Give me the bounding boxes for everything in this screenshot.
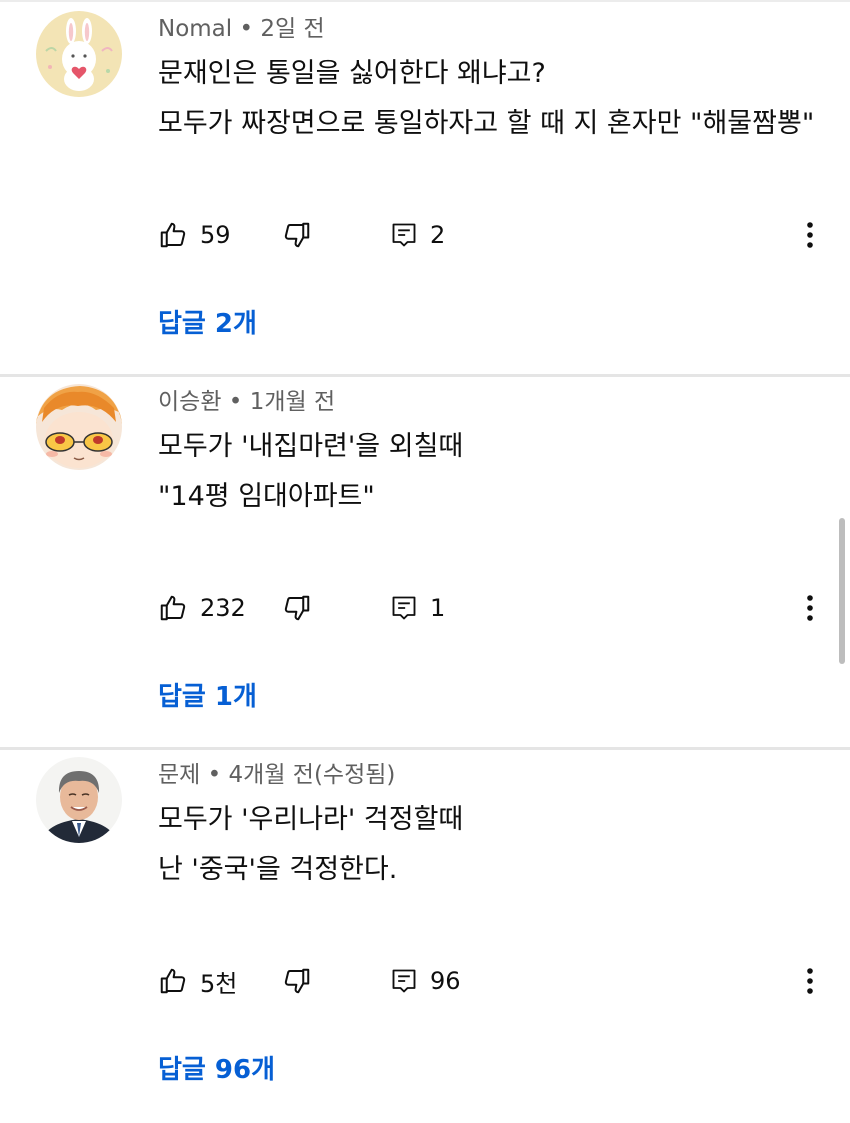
comment-3: 문제 • 4개월 전(수정됨) 모두가 '우리나라' 걱정할때 난 '중국'을 … [0, 751, 850, 1123]
like-count: 59 [200, 221, 231, 249]
thumbs-down-icon [284, 222, 310, 248]
scrollbar[interactable] [839, 518, 845, 664]
reply-count: 1 [430, 594, 446, 622]
comment-time[interactable]: 1개월 전 [250, 389, 335, 415]
avatar[interactable] [36, 757, 122, 843]
thumbs-down-icon [284, 595, 310, 621]
comment-author[interactable]: 문제 [158, 762, 200, 788]
comment-meta: Nomal • 2일 전 [158, 9, 325, 43]
comment-meta: 문제 • 4개월 전(수정됨) [158, 755, 395, 789]
person-photo-avatar-icon [36, 757, 122, 843]
thumbs-up-icon [160, 595, 186, 621]
comment-time[interactable]: 2일 전 [260, 16, 324, 42]
dislike-button[interactable] [282, 586, 312, 630]
bunny-heart-avatar-icon [36, 11, 122, 97]
meta-separator: • [200, 762, 229, 788]
avatar[interactable] [36, 11, 122, 97]
reply-button[interactable]: 96 [390, 959, 461, 1003]
anime-character-avatar-icon [36, 384, 122, 470]
dislike-button[interactable] [282, 959, 312, 1003]
reply-count: 96 [430, 967, 461, 995]
comment-meta: 이승환 • 1개월 전 [158, 382, 335, 416]
like-button[interactable]: 5천 [158, 959, 237, 1003]
comment-actions: 59 2 [158, 213, 828, 257]
reply-button[interactable]: 1 [390, 586, 445, 630]
more-options-button[interactable] [798, 586, 822, 630]
comment-2: 이승환 • 1개월 전 모두가 '내집마련'을 외칠때 "14평 임대아파트" … [0, 378, 850, 750]
thumbs-down-icon [284, 968, 310, 994]
like-button[interactable]: 232 [158, 586, 246, 630]
view-replies-link[interactable]: 답글 2개 [158, 303, 257, 340]
comment-author[interactable]: 이승환 [158, 389, 221, 415]
avatar[interactable] [36, 384, 122, 470]
comment-text: 문재인은 통일을 싫어한다 왜냐고? 모두가 짜장면으로 통일하자고 할 때 지… [158, 58, 815, 139]
reply-button[interactable]: 2 [390, 213, 445, 257]
more-options-button[interactable] [798, 213, 822, 257]
comment-text: 모두가 '내집마련'을 외칠때 "14평 임대아파트" [158, 431, 464, 512]
more-options-button[interactable] [798, 959, 822, 1003]
more-vertical-icon [807, 968, 813, 994]
more-vertical-icon [807, 222, 813, 248]
comment-icon [392, 223, 416, 247]
comment-icon [392, 969, 416, 993]
like-button[interactable]: 59 [158, 213, 231, 257]
comment-divider [0, 374, 850, 377]
comment-time[interactable]: 4개월 전(수정됨) [229, 762, 396, 788]
meta-separator: • [221, 389, 250, 415]
comment-actions: 232 1 [158, 586, 828, 630]
comment-1: Nomal • 2일 전 문재인은 통일을 싫어한다 왜냐고? 모두가 짜장면으… [0, 5, 850, 377]
comment-author[interactable]: Nomal [158, 16, 232, 42]
comment-divider [0, 747, 850, 750]
dislike-button[interactable] [282, 213, 312, 257]
top-divider [0, 0, 850, 2]
view-replies-link[interactable]: 답글 96개 [158, 1049, 275, 1086]
thumbs-up-icon [160, 968, 186, 994]
more-vertical-icon [807, 595, 813, 621]
thumbs-up-icon [160, 222, 186, 248]
view-replies-link[interactable]: 답글 1개 [158, 676, 257, 713]
meta-separator: • [232, 16, 261, 42]
like-count: 232 [200, 594, 246, 622]
comment-icon [392, 596, 416, 620]
comment-actions: 5천 96 [158, 959, 828, 1003]
like-count: 5천 [200, 969, 238, 998]
reply-count: 2 [430, 221, 446, 249]
comment-text: 모두가 '우리나라' 걱정할때 난 '중국'을 걱정한다. [158, 804, 464, 885]
